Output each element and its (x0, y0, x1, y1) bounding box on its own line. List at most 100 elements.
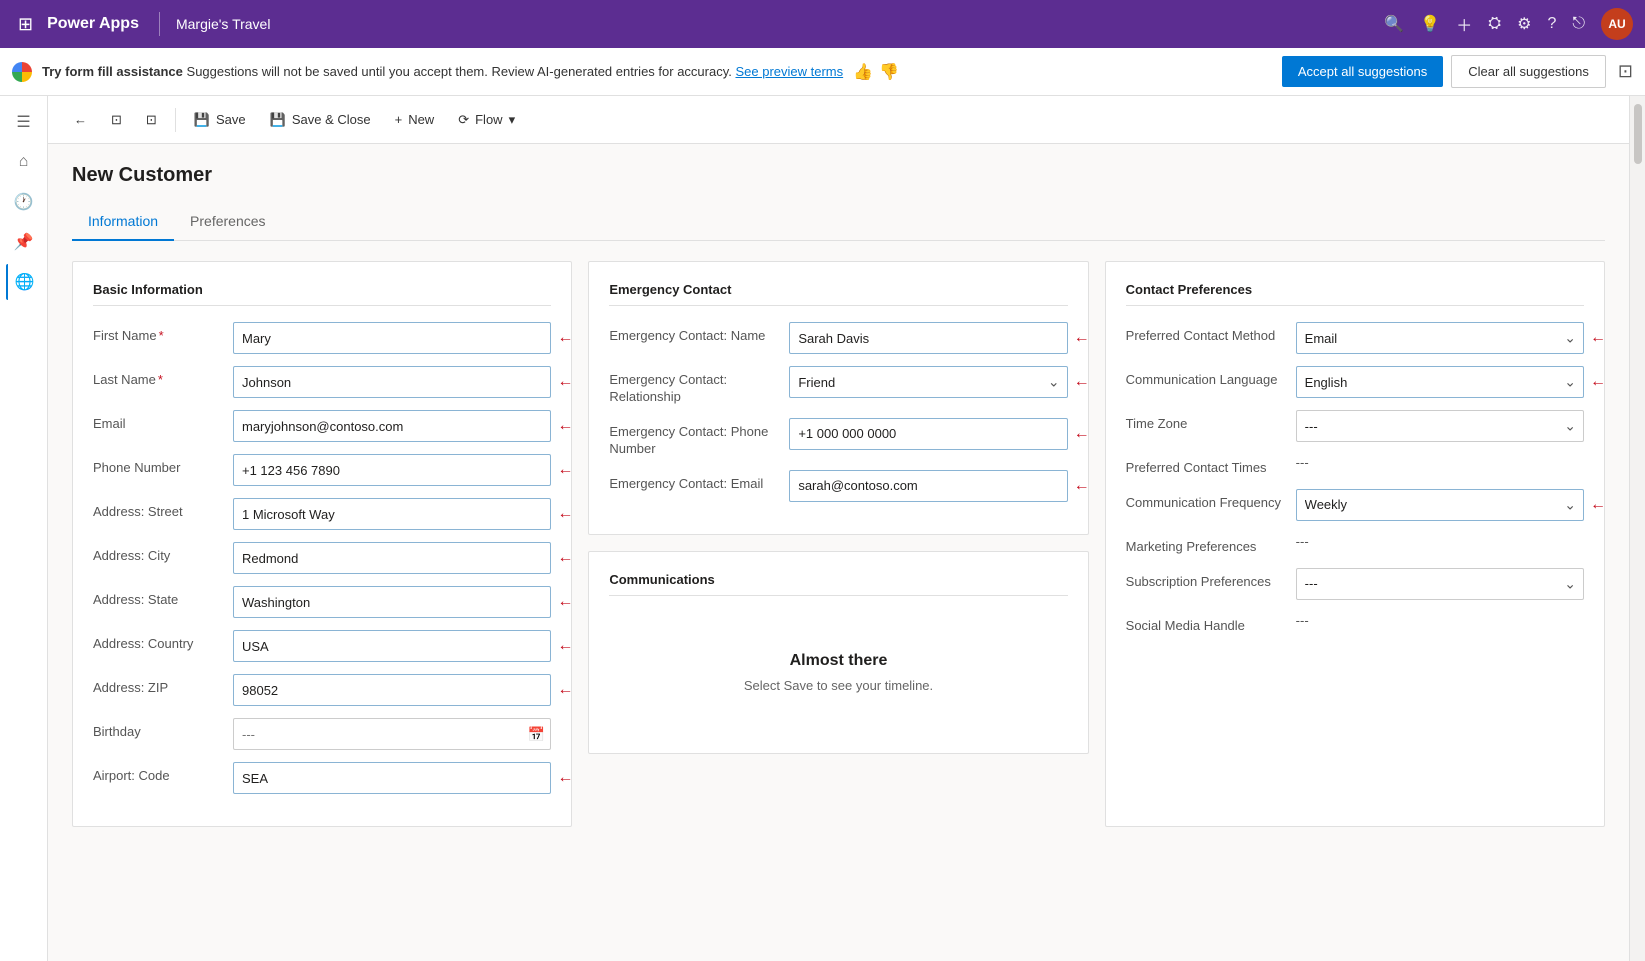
select-comm-freq[interactable]: Weekly Daily Monthly (1296, 489, 1584, 521)
input-birthday[interactable] (233, 718, 551, 750)
tab-information[interactable]: Information (72, 203, 174, 241)
nav-divider (159, 12, 160, 36)
ai-arrow-phone: ← (557, 461, 573, 479)
left-sidebar: ☰ ⌂ 🕐 📌 🌐 (0, 96, 48, 961)
input-city[interactable] (233, 542, 551, 574)
settings-icon[interactable]: ⚙ (1517, 14, 1531, 34)
save-close-icon: 💾 (270, 112, 286, 128)
sidebar-item-global[interactable]: 🌐 (6, 264, 42, 300)
communications-empty: Almost there Select Save to see your tim… (609, 612, 1067, 733)
ai-arrow-email: ← (557, 417, 573, 435)
select-ec-rel[interactable]: Friend Family Colleague (789, 366, 1067, 398)
share-icon[interactable]: ⎋ (1572, 15, 1585, 33)
control-ec-name: ← (789, 322, 1067, 354)
input-airport[interactable] (233, 762, 551, 794)
sidebar-item-recent[interactable]: 🕐 (6, 184, 42, 220)
form-row-comm-freq: Communication Frequency Weekly Daily Mon… (1126, 489, 1584, 521)
calendar-icon[interactable]: 📅 (528, 726, 545, 743)
ai-arrow-pref-method: ← (1590, 329, 1606, 347)
accept-all-button[interactable]: Accept all suggestions (1282, 56, 1443, 87)
toolbar: ← ⊡ ⊡ 💾 Save 💾 Save & Close + New ⟳ (48, 96, 1629, 144)
control-ec-phone: ← (789, 418, 1067, 450)
input-firstname[interactable] (233, 322, 551, 354)
share-button[interactable]: ⊡ (136, 106, 167, 134)
form-row-street: Address: Street ← (93, 498, 551, 530)
form-row-subscription: Subscription Preferences --- Newsletter … (1126, 568, 1584, 600)
back-button[interactable]: ← (64, 106, 97, 133)
avatar[interactable]: AU (1601, 8, 1633, 40)
input-email[interactable] (233, 410, 551, 442)
input-country[interactable] (233, 630, 551, 662)
help-icon[interactable]: ? (1547, 15, 1556, 33)
search-icon[interactable]: 🔍 (1384, 14, 1404, 34)
control-timezone: --- PST EST (1296, 410, 1584, 442)
brand-label: Power Apps (47, 15, 139, 33)
ai-arrow-zip: ← (557, 681, 573, 699)
label-comm-freq: Communication Frequency (1126, 489, 1296, 512)
form-row-email: Email ← (93, 410, 551, 442)
ai-arrow-airport: ← (557, 769, 573, 787)
clear-all-button[interactable]: Clear all suggestions (1451, 55, 1606, 88)
restore-icon: ⊡ (111, 112, 122, 128)
input-ec-phone[interactable] (789, 418, 1067, 450)
new-button[interactable]: + New (385, 106, 445, 133)
input-ec-name[interactable] (789, 322, 1067, 354)
restore-button[interactable]: ⊡ (101, 106, 132, 134)
tab-preferences[interactable]: Preferences (174, 203, 281, 241)
control-contact-times: --- (1296, 454, 1584, 470)
sidebar-item-menu[interactable]: ☰ (6, 104, 42, 140)
communications-section: Communications Almost there Select Save … (588, 551, 1088, 754)
flow-chevron-icon: ▾ (509, 112, 516, 128)
flow-button[interactable]: ⟳ Flow ▾ (448, 106, 525, 134)
input-zip[interactable] (233, 674, 551, 706)
val-contact-times: --- (1296, 449, 1309, 470)
grid-icon[interactable]: ⊞ (12, 8, 39, 41)
suggestion-text: Try form fill assistance Suggestions wil… (42, 64, 843, 79)
content-area: ← ⊡ ⊡ 💾 Save 💾 Save & Close + New ⟳ (48, 96, 1629, 961)
save-close-button[interactable]: 💾 Save & Close (260, 106, 381, 134)
add-icon[interactable]: ＋ (1456, 12, 1472, 36)
label-airport: Airport: Code (93, 762, 233, 785)
save-button[interactable]: 💾 Save (184, 106, 256, 134)
label-zip: Address: ZIP (93, 674, 233, 697)
form-row-phone: Phone Number ← (93, 454, 551, 486)
sidebar-item-home[interactable]: ⌂ (6, 144, 42, 180)
filter-icon[interactable]: ⛭ (1488, 15, 1501, 33)
req-star: * (159, 328, 164, 343)
scrollbar-thumb[interactable] (1634, 104, 1642, 164)
ai-arrow-street: ← (557, 505, 573, 523)
ai-arrow-firstname: ← (557, 329, 573, 347)
input-street[interactable] (233, 498, 551, 530)
thumbs-up-icon[interactable]: 👍 (853, 62, 873, 82)
select-lang[interactable]: English Spanish French (1296, 366, 1584, 398)
form-row-airport: Airport: Code ← (93, 762, 551, 794)
thumbs-down-icon[interactable]: 👎 (879, 62, 899, 82)
ai-arrow-state: ← (557, 593, 573, 611)
form-row-lang: Communication Language English Spanish F… (1126, 366, 1584, 398)
control-lastname: ← (233, 366, 551, 398)
input-state[interactable] (233, 586, 551, 618)
ai-arrow-country: ← (557, 637, 573, 655)
ai-logo (12, 62, 32, 82)
label-ec-email: Emergency Contact: Email (609, 470, 789, 493)
lightbulb-icon[interactable]: 💡 (1420, 14, 1440, 34)
control-street: ← (233, 498, 551, 530)
right-panel-toggle-icon[interactable]: ⊡ (1618, 61, 1633, 82)
select-timezone[interactable]: --- PST EST (1296, 410, 1584, 442)
input-phone[interactable] (233, 454, 551, 486)
control-pref-method: Email Phone SMS ← (1296, 322, 1584, 354)
select-pref-method[interactable]: Email Phone SMS (1296, 322, 1584, 354)
form-row-ec-phone: Emergency Contact: Phone Number ← (609, 418, 1067, 458)
select-subscription[interactable]: --- Newsletter Alerts (1296, 568, 1584, 600)
form-row-city: Address: City ← (93, 542, 551, 574)
date-wrap-birthday: 📅 (233, 718, 551, 750)
input-ec-email[interactable] (789, 470, 1067, 502)
input-lastname[interactable] (233, 366, 551, 398)
label-country: Address: Country (93, 630, 233, 653)
preview-terms-link[interactable]: See preview terms (735, 64, 843, 79)
top-navigation: ⊞ Power Apps Margie's Travel 🔍 💡 ＋ ⛭ ⚙ ?… (0, 0, 1645, 48)
label-birthday: Birthday (93, 718, 233, 741)
ai-arrow-ec-name: ← (1074, 329, 1090, 347)
sidebar-item-pinned[interactable]: 📌 (6, 224, 42, 260)
label-contact-times: Preferred Contact Times (1126, 454, 1296, 477)
